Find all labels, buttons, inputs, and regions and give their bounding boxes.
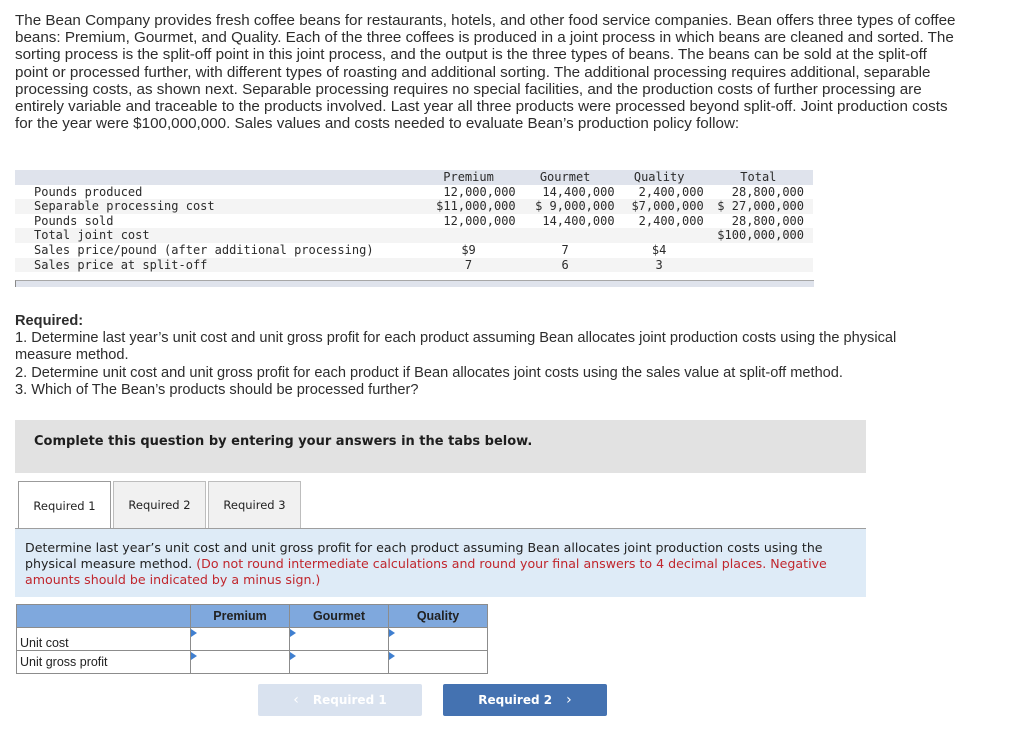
cell-quality: 2,400,000 (638, 184, 704, 199)
required-section: Required: 1. Determine last year’s unit … (15, 313, 935, 399)
data-table-header: Premium Gourmet Quality Total (15, 170, 813, 185)
next-button-label: Required 2 (478, 693, 553, 707)
tab-required-1[interactable]: Required 1 (18, 481, 111, 529)
table-row: Sales price at split-off 7 6 3 (15, 257, 813, 273)
flag-icon (191, 652, 197, 660)
flag-icon (389, 629, 395, 637)
answer-table: Premium Gourmet Quality Unit cost Unit g… (16, 604, 488, 674)
header-gourmet: Gourmet (539, 170, 591, 184)
prev-button-label: Required 1 (312, 693, 387, 707)
unit-cost-premium-input[interactable] (191, 629, 289, 649)
chevron-right-icon: › (566, 692, 572, 708)
answer-cell (388, 650, 488, 674)
row-label: Separable processing cost (34, 199, 215, 214)
answer-row-label: Unit gross profit (16, 650, 191, 674)
answer-row-unit-gross-profit: Unit gross profit (16, 650, 488, 674)
table-row: Sales price/pound (after additional proc… (15, 243, 813, 258)
cell-total: 28,800,000 (731, 184, 804, 199)
cell-quality: 3 (655, 257, 663, 272)
table-footer-bar (15, 280, 814, 287)
unit-cost-quality-input[interactable] (389, 629, 487, 649)
answer-header-gourmet: Gourmet (289, 604, 389, 628)
instruction-text: Complete this question by entering your … (34, 434, 533, 449)
table-row: Total joint cost $100,000,000 (15, 228, 813, 243)
cell-gourmet: $ 9,000,000 (535, 199, 615, 214)
answer-cell (190, 650, 290, 674)
answer-row-unit-cost: Unit cost (16, 627, 488, 651)
cell-premium: $11,000,000 (436, 199, 516, 214)
answer-header-blank (16, 604, 191, 628)
cell-premium: 12,000,000 (443, 184, 516, 199)
cell-premium: $9 (461, 242, 476, 257)
required-title: Required: (15, 313, 84, 329)
next-required-button[interactable]: Required 2 › (443, 684, 607, 716)
prev-required-button: ‹ Required 1 (258, 684, 422, 716)
header-blank (15, 170, 421, 185)
cell-quality: 2,400,000 (638, 213, 704, 228)
unit-gross-profit-premium-input[interactable] (191, 652, 289, 672)
answer-cell (289, 627, 389, 651)
instruction-banner: Complete this question by entering your … (15, 420, 866, 473)
table-row: Separable processing cost $11,000,000 $ … (15, 199, 813, 214)
cell-gourmet: 14,400,000 (542, 213, 615, 228)
cell-premium: 7 (464, 257, 473, 272)
cell-total (704, 258, 813, 273)
row-label: Pounds produced (34, 184, 143, 199)
cell-total: 28,800,000 (731, 213, 804, 228)
flag-icon (290, 629, 296, 637)
cell-quality: $4 (651, 242, 667, 257)
cell-gourmet (516, 228, 615, 243)
required-item-3: 3. Which of The Bean’s products should b… (15, 381, 419, 398)
header-total: Total (740, 170, 777, 184)
answer-header-quality: Quality (388, 604, 488, 628)
table-row: Pounds produced 12,000,000 14,400,000 2,… (15, 185, 813, 200)
tab-required-2[interactable]: Required 2 (113, 481, 206, 528)
flag-icon (389, 652, 395, 660)
cell-gourmet: 6 (561, 257, 569, 272)
unit-gross-profit-quality-input[interactable] (389, 652, 487, 672)
chevron-left-icon: ‹ (293, 692, 299, 708)
required-item-1: 1. Determine last year’s unit cost and u… (15, 330, 897, 364)
answer-header-premium: Premium (190, 604, 290, 628)
answer-cell (289, 650, 389, 674)
row-label: Pounds sold (34, 213, 114, 228)
cell-total: $100,000,000 (717, 228, 804, 243)
cell-premium: 12,000,000 (443, 213, 516, 228)
unit-cost-gourmet-input[interactable] (290, 629, 388, 649)
header-premium: Premium (443, 170, 494, 184)
header-quality: Quality (633, 170, 685, 184)
cell-gourmet: 7 (561, 242, 569, 257)
panel-instructions: Determine last year’s unit cost and unit… (25, 540, 855, 588)
cell-quality: $7,000,000 (631, 199, 704, 214)
flag-icon (191, 629, 197, 637)
cell-quality (615, 228, 704, 243)
cell-total (704, 243, 813, 258)
question-panel: Determine last year’s unit cost and unit… (15, 529, 866, 597)
table-row: Pounds sold 12,000,000 14,400,000 2,400,… (15, 214, 813, 229)
answer-cell (388, 627, 488, 651)
required-item-2: 2. Determine unit cost and unit gross pr… (15, 364, 843, 381)
cell-premium (421, 228, 515, 243)
tab-required-3[interactable]: Required 3 (208, 481, 301, 528)
problem-description: The Bean Company provides fresh coffee b… (15, 12, 956, 133)
row-label: Sales price/pound (after additional proc… (34, 242, 374, 257)
cell-total: $ 27,000,000 (717, 199, 804, 214)
answer-cell (190, 627, 290, 651)
flag-icon (290, 652, 296, 660)
unit-gross-profit-gourmet-input[interactable] (290, 652, 388, 672)
problem-data-table: Premium Gourmet Quality Total Pounds pro… (15, 170, 813, 273)
cell-gourmet: 14,400,000 (542, 184, 615, 199)
row-label: Sales price at split-off (34, 257, 208, 272)
required-tabs: Required 1 Required 2 Required 3 (18, 481, 303, 529)
row-label: Total joint cost (34, 228, 150, 243)
answer-table-header: Premium Gourmet Quality (16, 604, 488, 628)
answer-row-label: Unit cost (16, 627, 191, 651)
